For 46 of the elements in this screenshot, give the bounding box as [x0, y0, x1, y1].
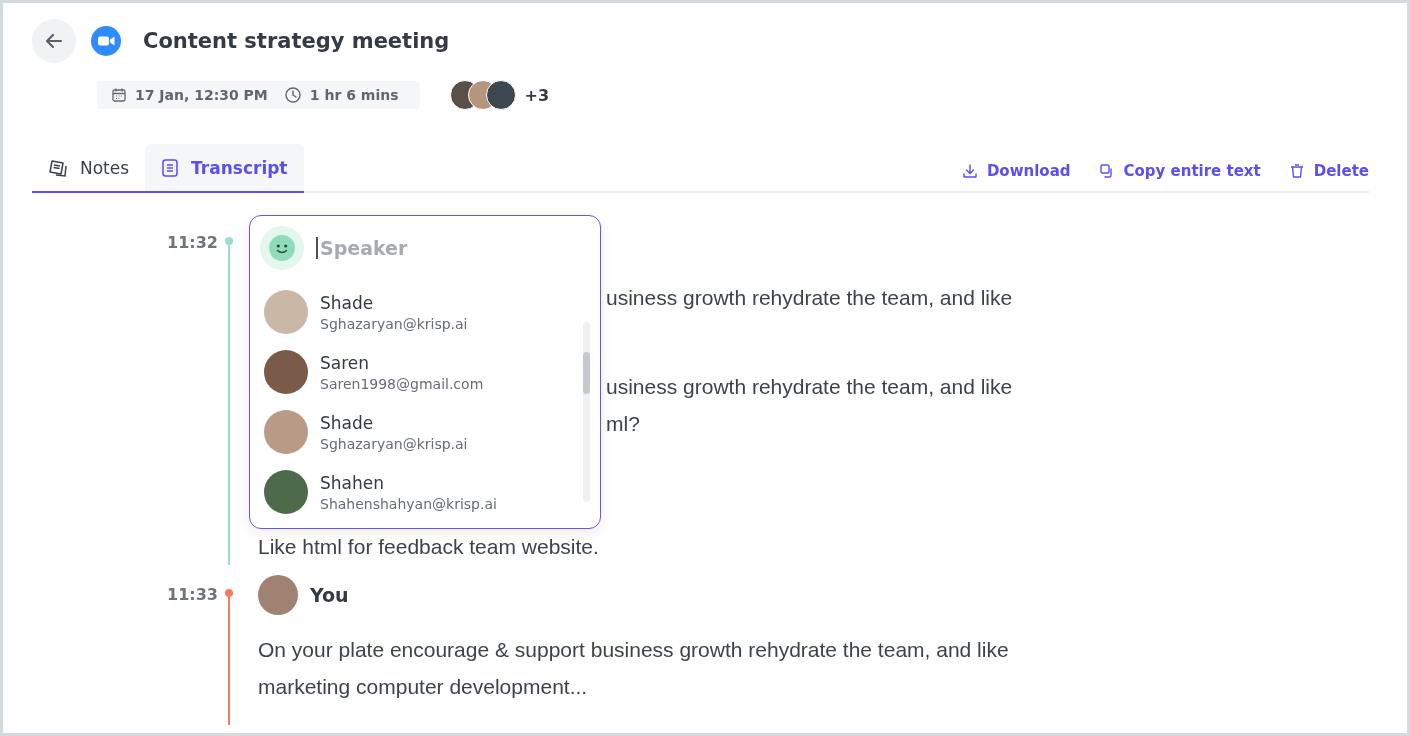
- calendar-icon: [111, 87, 127, 103]
- person-avatar: [264, 350, 308, 394]
- speaker-option-name: Shade: [320, 412, 375, 433]
- tab[interactable]: Transcript: [145, 144, 304, 193]
- participants-count: +3: [524, 85, 550, 105]
- smiley-icon: [260, 226, 304, 270]
- list-document-icon: [161, 157, 180, 178]
- download-icon: [961, 163, 978, 179]
- timestamp: 11:32: [167, 233, 218, 253]
- transcript-text: usiness growth rehydrate the team, and like: [606, 286, 1013, 309]
- video-camera-icon: [91, 26, 121, 56]
- speaker-option[interactable]: Shade Sghazaryan@krisp.ai: [250, 402, 600, 462]
- timestamp: 11:33: [167, 585, 218, 605]
- transcript-text: usiness growth rehydrate the team, and like: [606, 375, 1013, 398]
- speaker-option-name: Shade: [320, 292, 375, 313]
- notes-icon: [48, 157, 68, 178]
- person-avatar: [264, 470, 308, 514]
- transcript-text: On your plate encourage & support business growth rehydrate the team, and like: [258, 638, 1009, 661]
- action-link[interactable]: Copy entire text: [1098, 151, 1261, 191]
- speaker-option[interactable]: Shade Sghazaryan@krisp.ai: [250, 282, 600, 342]
- action-link[interactable]: Delete: [1288, 151, 1369, 191]
- speaker-name: You: [310, 584, 349, 606]
- speaker-option-email: Sghazaryan@krisp.ai: [320, 315, 468, 332]
- back-button[interactable]: [32, 19, 76, 63]
- speaker-option-name: Shahen: [320, 472, 385, 493]
- transcript-text: ml?: [606, 412, 640, 435]
- person-avatar: [264, 290, 308, 334]
- person-avatar: [264, 410, 308, 454]
- scrollbar[interactable]: [583, 322, 590, 502]
- trash-icon: [1288, 163, 1305, 179]
- action-link[interactable]: Download: [961, 151, 1071, 191]
- speaker-option-email: Saren1998@gmail.com: [320, 375, 484, 392]
- participant-avatar: [486, 80, 517, 110]
- transcript-text: marketing computer development...: [258, 675, 588, 698]
- speaker-option[interactable]: Shahen Shahenshahyan@krisp.ai: [250, 462, 600, 522]
- speaker-avatar: [258, 575, 298, 615]
- speaker-option-name: Saren: [320, 352, 371, 373]
- meeting-date: 17 Jan, 12:30 PM: [135, 87, 268, 103]
- transcript-text: Like html for feedback team website.: [258, 535, 599, 558]
- clock-icon: [283, 86, 302, 104]
- speaker-option-email: Sghazaryan@krisp.ai: [320, 435, 468, 452]
- speaker-option-email: Shahenshahyan@krisp.ai: [320, 495, 497, 512]
- copy-icon: [1098, 163, 1115, 179]
- meeting-title: Content strategy meeting: [143, 29, 450, 53]
- meeting-duration: 1 hr 6 mins: [309, 87, 399, 103]
- speaker-option[interactable]: Saren Saren1998@gmail.com: [250, 342, 600, 402]
